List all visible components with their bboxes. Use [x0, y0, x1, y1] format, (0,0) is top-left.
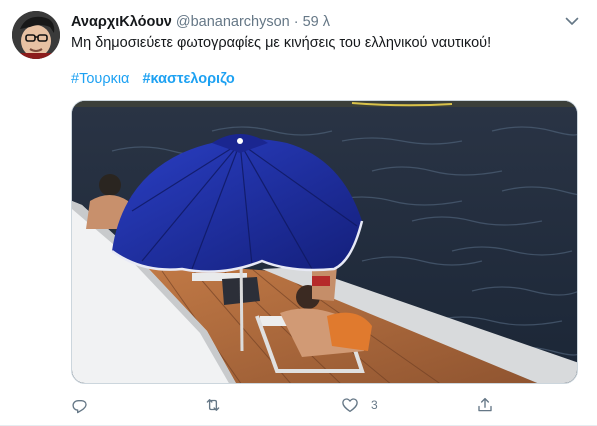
- retweet-icon: [206, 399, 220, 411]
- separator-dot: ·: [293, 14, 299, 30]
- author-display-name[interactable]: ΑναρχιΚλόουν: [71, 12, 172, 32]
- tweet-header: ΑναρχιΚλόουν @bananarchyson · 59 λ: [71, 12, 330, 32]
- share-button[interactable]: [476, 394, 494, 416]
- hashtag-link[interactable]: #καστελοριζο: [142, 71, 234, 87]
- retweet-button[interactable]: [204, 394, 222, 416]
- tweet[interactable]: ΑναρχιΚλόουν @bananarchyson · 59 λ Μη δη…: [0, 0, 597, 426]
- share-icon: [478, 397, 492, 412]
- author-handle[interactable]: @bananarchyson: [176, 12, 290, 32]
- reply-button[interactable]: [71, 394, 89, 416]
- hashtag-list: #Τουρκια #καστελοριζο: [71, 69, 244, 89]
- tweet-timestamp[interactable]: 59 λ: [303, 12, 330, 32]
- tweet-photo[interactable]: [71, 100, 578, 384]
- like-count: 3: [371, 398, 378, 412]
- heart-icon: [342, 398, 358, 413]
- tweet-actions: 3: [71, 394, 501, 416]
- chevron-down-icon: [565, 17, 579, 25]
- like-button[interactable]: 3: [341, 394, 378, 416]
- more-options-button[interactable]: [562, 12, 582, 30]
- avatar[interactable]: [12, 11, 60, 59]
- tweet-text: Μη δημοσιεύετε φωτογραφίες με κινήσεις τ…: [71, 35, 492, 51]
- hashtag-link[interactable]: #Τουρκια: [71, 71, 129, 87]
- reply-icon: [72, 399, 87, 414]
